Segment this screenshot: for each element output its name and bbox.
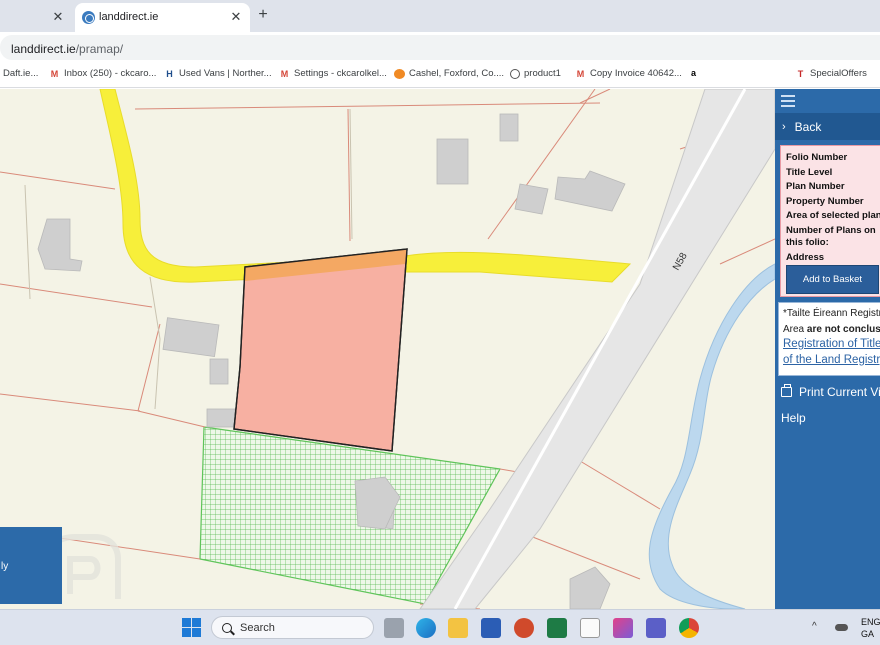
bookmark-product1[interactable]: product1 [510,68,561,79]
taskbar: Search ^ ENG GA [0,609,880,645]
close-icon[interactable]: ✕ [228,9,244,25]
tab-landdirect[interactable]: landdirect.ie ✕ [75,3,250,32]
chevron-right-icon: › [782,120,786,133]
teams-icon[interactable] [646,618,666,638]
tray-chevron-icon[interactable]: ^ [812,621,817,632]
road-n58 [419,89,775,609]
language-indicator[interactable]: ENG GA [861,616,880,640]
folio-info-box: Folio Number Title Level Plan Number Pro… [780,145,880,297]
bookmark-label: Cashel, Foxford, Co.... [409,68,505,79]
print-current-view-button[interactable]: Print Current View [781,384,880,399]
area-label: Area of selected plans [786,210,880,221]
side-panel: › Back Folio Number Title Level Plan Num… [775,89,880,609]
notepad-icon[interactable] [580,618,600,638]
amazon-icon: a [690,68,696,78]
close-icon[interactable]: ✕ [50,9,66,25]
search-placeholder: Search [240,621,275,634]
chrome-icon[interactable] [679,618,699,638]
bookmark-cashel[interactable]: Cashel, Foxford, Co.... [394,68,504,79]
property-number-label: Property Number [786,196,864,207]
bookmark-label: Used Vans | Norther... [179,68,272,79]
bookmark-daft[interactable]: Daft.ie... [3,68,38,79]
back-button[interactable]: › Back [775,113,880,140]
gmail-icon: M [280,68,289,79]
notice-line1: *Tailte Éireann Registra [783,308,880,319]
tab-previous[interactable]: ✕ [0,3,72,32]
search-icon [222,622,232,633]
notice-line2: Area are not conclusive [783,324,880,335]
tab-strip: ✕ landdirect.ie ✕ + [0,0,880,32]
help-button[interactable]: Help [781,411,806,425]
powerpoint-icon[interactable] [514,618,534,638]
landdirect-favicon-icon [82,11,95,24]
add-to-basket-button[interactable]: Add to Basket [786,265,879,294]
bookmark-label: Inbox (250) - ckcaro... [64,68,157,79]
bookmark-amazon[interactable]: a [688,68,703,78]
h-icon: H [166,68,173,79]
photos-icon[interactable] [613,618,633,638]
bookmark-inbox[interactable]: M Inbox (250) - ckcaro... [49,68,157,79]
map-svg: N58 [0,89,775,609]
plan-number-label: Plan Number [786,181,845,192]
print-label: Print Current View [799,385,880,399]
taskbar-search-input[interactable]: Search [211,616,374,639]
bookmark-special-offers[interactable]: T SpecialOffers [795,68,867,79]
map-canvas[interactable]: N58 [0,89,775,609]
bookmark-settings[interactable]: M Settings - ckcarolkel... [279,68,387,79]
bookmark-label: Daft.ie... [3,68,39,79]
file-explorer-icon[interactable] [448,618,468,638]
url-input[interactable]: landdirect.ie/pramap/ [0,35,880,60]
screen: ✕ landdirect.ie ✕ + landdirect.ie/pramap… [0,0,880,645]
cashel-icon [394,68,405,79]
url-text: landdirect.ie/pramap/ [11,42,123,56]
num-plans-label-2: this folio: [786,237,829,248]
address-label: Address [786,252,825,263]
title-level-label: Title Level [786,167,833,178]
excel-icon[interactable] [547,618,567,638]
url-host: landdirect.ie [11,42,76,56]
back-label: Back [794,119,822,134]
bookmark-label: SpecialOffers [810,68,867,79]
bookmarks-bar: Daft.ie... M Inbox (250) - ckcaro... H Use… [0,62,880,88]
bookmark-label: Copy Invoice 40642... [590,68,682,79]
registration-of-title-link[interactable]: Registration of Title [783,338,880,350]
address-bar: landdirect.ie/pramap/ [0,32,880,62]
task-view-icon[interactable] [384,618,404,638]
edge-icon[interactable] [416,618,436,638]
globe-icon [510,68,520,79]
bookmark-used-vans[interactable]: H Used Vans | Norther... [164,68,272,79]
url-path: /pramap/ [75,42,124,56]
folio-number-label: Folio Number [786,152,848,163]
left-overlay-text: ly [1,561,9,572]
word-icon[interactable] [481,618,501,638]
lang-line2: GA [861,629,875,639]
printer-icon [781,384,792,397]
land-registry-link[interactable]: of the Land Registry [783,354,880,366]
bookmark-copy-invoice[interactable]: M Copy Invoice 40642... [575,68,682,79]
bookmark-label: product1 [524,68,561,79]
tab-title: landdirect.ie [99,11,159,23]
gmail-icon: M [50,68,59,79]
cloud-icon[interactable] [835,624,848,631]
gmail-icon: M [576,68,585,79]
t-icon: T [797,68,804,79]
num-plans-label: Number of Plans on [786,225,876,236]
left-overlay-box[interactable]: ly [0,527,62,604]
windows-start-icon[interactable] [182,618,201,637]
registry-notice: *Tailte Éireann Registra Area are not co… [778,302,880,376]
hamburger-menu-icon[interactable] [781,95,795,110]
lang-line1: ENG [861,617,880,627]
new-tab-button[interactable]: + [255,6,271,24]
bookmark-label: Settings - ckcarolkel... [294,68,387,79]
